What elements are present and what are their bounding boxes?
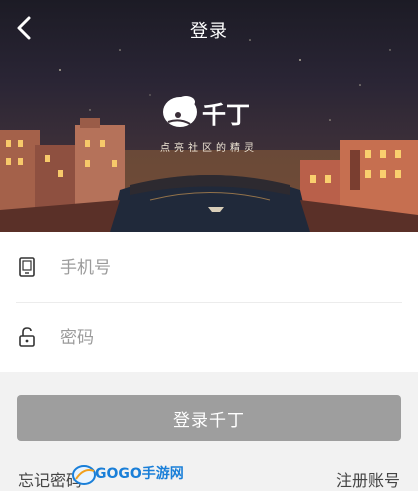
watermark-text: GOGO手游网 (95, 466, 184, 482)
register-link[interactable]: 注册账号 (336, 467, 400, 491)
phone-input[interactable] (58, 249, 402, 287)
hero-banner: 登录 千丁 点亮社区的精灵 (0, 0, 418, 232)
brand-name: 千丁 (202, 101, 250, 129)
password-input[interactable] (58, 319, 402, 357)
brand-slogan: 点亮社区的精灵 (160, 143, 258, 154)
page-title: 登录 (190, 21, 228, 42)
login-button[interactable]: 登录千丁 (17, 395, 401, 441)
unlock-icon (19, 327, 35, 347)
phone-icon (19, 257, 35, 277)
phone-field (0, 232, 418, 303)
password-field (0, 302, 418, 372)
login-form (0, 232, 418, 372)
